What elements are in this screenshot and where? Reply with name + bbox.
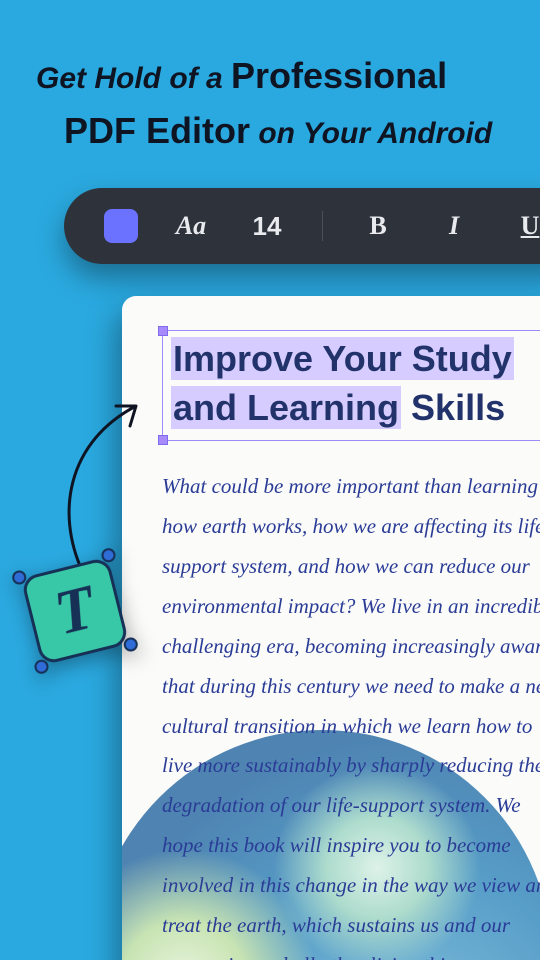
- marketing-headline: Get Hold of a Professional PDF Editor on…: [36, 52, 520, 155]
- font-size-button[interactable]: 14: [244, 211, 290, 242]
- bold-button[interactable]: B: [355, 211, 401, 241]
- text-format-toolbar: Aa 14 B I U: [64, 188, 540, 264]
- font-family-button[interactable]: Aa: [168, 211, 214, 241]
- color-swatch[interactable]: [104, 209, 138, 243]
- headline-part1: Get Hold of a: [36, 62, 223, 95]
- toolbar-separator: [322, 211, 323, 241]
- title-tail: Skills: [401, 387, 505, 428]
- headline-part2: on Your Android: [258, 117, 492, 150]
- headline-strong2: PDF Editor: [64, 110, 250, 151]
- title-selection-box[interactable]: Improve Your Study and Learning Skills: [162, 330, 540, 441]
- underline-button[interactable]: U: [507, 211, 540, 241]
- title-hl-1: Improve Your Study: [171, 337, 514, 380]
- document-body[interactable]: What could be more important than learni…: [162, 467, 540, 960]
- headline-strong1: Professional: [231, 55, 447, 96]
- italic-button[interactable]: I: [431, 211, 477, 241]
- text-tool-badge: T: [11, 547, 139, 675]
- text-tool-glyph: T: [11, 547, 139, 675]
- title-hl-2: and Learning: [171, 386, 401, 429]
- document-page: Improve Your Study and Learning Skills W…: [122, 296, 540, 960]
- document-title[interactable]: Improve Your Study and Learning Skills: [171, 335, 540, 432]
